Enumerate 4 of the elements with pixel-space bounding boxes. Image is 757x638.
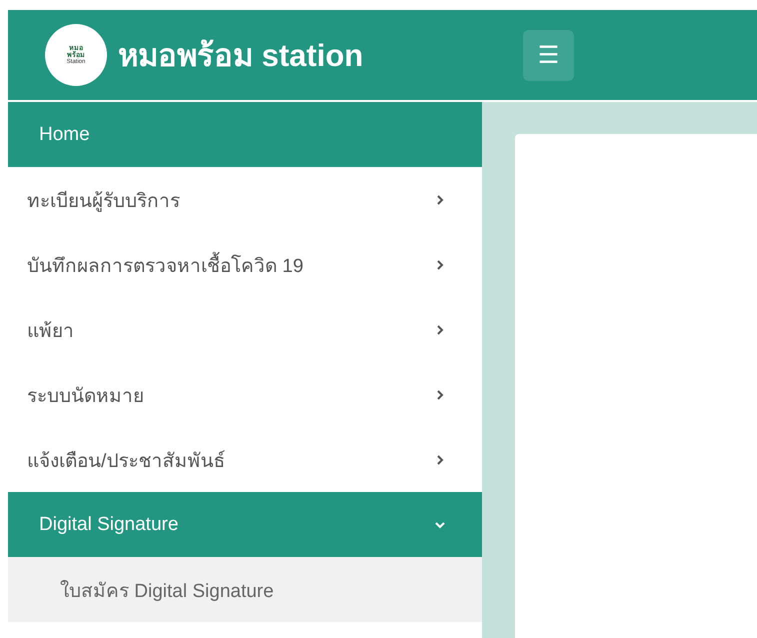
sidebar-item[interactable]: Digital Signature [8,492,482,557]
sidebar-item[interactable]: Home [8,102,482,167]
app-title: หมอพร้อม station [118,37,364,75]
submenu-item[interactable]: ใบสมัคร Digital Signature [8,557,482,622]
